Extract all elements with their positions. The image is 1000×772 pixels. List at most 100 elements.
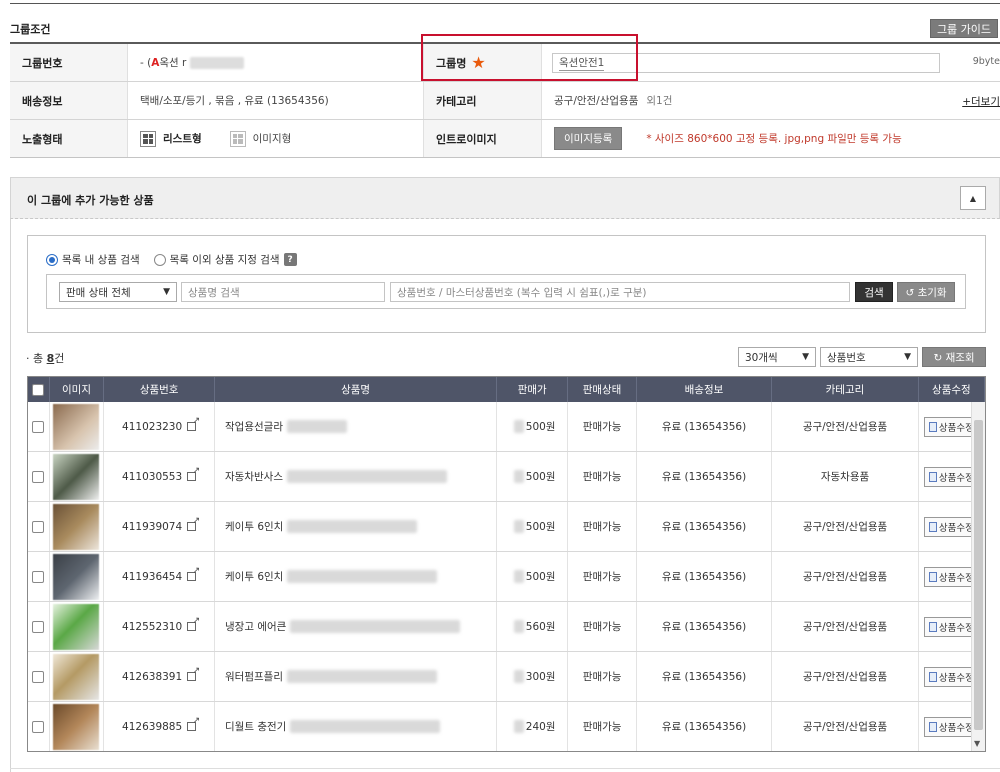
category-cell: 공구/안전/산업용품 외1건 +더보기	[542, 82, 1000, 119]
table-row: 412552310 냉장고 에어큰 560원 판매가능 유료 (13654356…	[28, 602, 985, 652]
display-list-option[interactable]: 리스트형	[140, 130, 202, 147]
product-thumbnail[interactable]	[53, 603, 100, 650]
chevron-down-icon: ▼	[802, 352, 809, 362]
highlight-box	[421, 34, 638, 81]
external-link-icon[interactable]	[187, 516, 200, 531]
product-no-text[interactable]: 412639885	[122, 721, 182, 733]
product-name: 자동차반사스	[215, 452, 498, 501]
scrollbar-thumb[interactable]	[974, 420, 983, 730]
product-name-text: 워터펌프플리	[225, 671, 283, 683]
document-icon	[928, 621, 937, 632]
product-price: 240원	[497, 702, 569, 751]
row-checkbox[interactable]	[32, 520, 45, 533]
row-checkbox[interactable]	[32, 420, 45, 433]
product-thumbnail[interactable]	[53, 403, 100, 450]
table-row: 412638391 워터펌프플리 300원 판매가능 유료 (13654356)…	[28, 652, 985, 702]
row-checkbox[interactable]	[32, 470, 45, 483]
product-number-input[interactable]: 상품번호 / 마스터상품번호 (복수 입력 시 쉼표(,)로 구분)	[390, 282, 850, 302]
product-price-text: 500원	[525, 421, 556, 433]
product-no-text[interactable]: 411939074	[122, 521, 182, 533]
scroll-down-icon[interactable]: ▼	[974, 739, 980, 748]
checkbox[interactable]	[32, 383, 45, 396]
collapse-button[interactable]: ▲	[960, 186, 986, 210]
external-link-icon[interactable]	[187, 466, 200, 481]
product-no-text[interactable]: 411030553	[122, 471, 182, 483]
redacted-block	[287, 570, 438, 583]
product-thumbnail[interactable]	[53, 503, 100, 550]
product-name-text: 냉장고 에어큰	[225, 621, 287, 633]
redacted-block	[513, 620, 524, 633]
radio-outside-list[interactable]	[153, 253, 166, 266]
header-status[interactable]: 판매상태	[568, 377, 637, 402]
help-icon[interactable]: ?	[283, 253, 297, 266]
header-product-no[interactable]: 상품번호	[104, 377, 216, 402]
cond-row-3: 노출형태 리스트형 이미지형 인트로이미지 이미지등록 * 사이즈 860*60…	[10, 120, 1000, 158]
product-no-text[interactable]: 412638391	[122, 671, 182, 683]
header-select-all[interactable]	[28, 377, 50, 402]
refresh-button[interactable]: ↻ 재조회	[922, 347, 986, 367]
display-image-option[interactable]: 이미지형	[229, 130, 291, 147]
product-no-text[interactable]: 411023230	[122, 421, 182, 433]
reset-button[interactable]: ↺ 초기화	[897, 282, 955, 302]
bottom-divider	[10, 768, 1000, 769]
table-scrollbar[interactable]: ▼	[971, 402, 985, 751]
edit-product-label: 상품수정	[938, 672, 974, 684]
row-checkbox[interactable]	[32, 620, 45, 633]
thumbnail-cell	[50, 702, 105, 751]
external-link-icon[interactable]	[187, 566, 200, 581]
triangle-up-icon: ▲	[969, 193, 977, 203]
image-register-button[interactable]: 이미지등록	[554, 127, 623, 150]
display-list-label: 리스트형	[163, 133, 202, 145]
document-icon	[928, 721, 937, 732]
product-thumbnail[interactable]	[53, 553, 100, 600]
product-price: 500원	[497, 552, 569, 601]
product-price-text: 500원	[525, 521, 556, 533]
header-price[interactable]: 판매가	[497, 377, 569, 402]
header-shipping[interactable]: 배송정보	[637, 377, 773, 402]
redacted-block	[513, 670, 524, 683]
addable-products-title: 이 그룹에 추가 가능한 상품	[27, 194, 154, 207]
row-checkbox[interactable]	[32, 670, 45, 683]
sort-select[interactable]: 상품번호 ▼	[820, 347, 918, 367]
redacted-block	[290, 620, 461, 633]
header-product-name[interactable]: 상품명	[215, 377, 498, 402]
product-price-text: 500원	[525, 471, 556, 483]
product-thumbnail[interactable]	[53, 453, 100, 500]
table-row: 411030553 자동차반사스 500원 판매가능 유료 (13654356)…	[28, 452, 985, 502]
sale-status-select[interactable]: 판매 상태 전체 ▼	[59, 282, 177, 302]
group-name-bytes: 9byte	[972, 56, 1000, 67]
product-price-text: 560원	[525, 621, 556, 633]
group-guide-button[interactable]: 그룹 가이드	[930, 19, 998, 38]
addable-products-header: 이 그룹에 추가 가능한 상품 ▲	[10, 177, 1000, 219]
search-button[interactable]: 검색	[855, 282, 893, 302]
edit-product-label: 상품수정	[938, 722, 974, 734]
product-name-text: 디월트 충전기	[225, 721, 287, 733]
product-shipping: 유료 (13654356)	[637, 552, 773, 601]
product-name-input[interactable]: 상품명 검색	[181, 282, 385, 302]
row-checkbox[interactable]	[32, 570, 45, 583]
product-shipping: 유료 (13654356)	[637, 702, 773, 751]
product-no: 411030553	[104, 452, 216, 501]
product-no-text[interactable]: 411936454	[122, 571, 182, 583]
row-checkbox-cell	[28, 452, 50, 501]
row-checkbox[interactable]	[32, 720, 45, 733]
external-link-icon[interactable]	[187, 716, 200, 731]
external-link-icon[interactable]	[187, 616, 200, 631]
external-link-icon[interactable]	[187, 666, 200, 681]
chevron-down-icon: ▼	[904, 352, 911, 362]
product-name: 케이투 6인치	[215, 552, 498, 601]
external-link-icon[interactable]	[187, 416, 200, 431]
search-mode-radios: 목록 내 상품 검색 목록 이외 상품 지정 검색 ?	[46, 252, 297, 267]
redacted-block	[513, 720, 524, 733]
product-thumbnail[interactable]	[53, 703, 100, 750]
product-name: 디월트 충전기	[215, 702, 498, 751]
per-page-select[interactable]: 30개씩 ▼	[738, 347, 816, 367]
product-thumbnail[interactable]	[53, 653, 100, 700]
product-price: 300원	[497, 652, 569, 701]
product-no-text[interactable]: 412552310	[122, 621, 182, 633]
header-category[interactable]: 카테고리	[772, 377, 919, 402]
radio-in-list[interactable]	[46, 253, 58, 266]
product-price: 500원	[497, 402, 569, 451]
redacted-block	[513, 420, 524, 433]
more-link[interactable]: +더보기	[962, 94, 1000, 109]
